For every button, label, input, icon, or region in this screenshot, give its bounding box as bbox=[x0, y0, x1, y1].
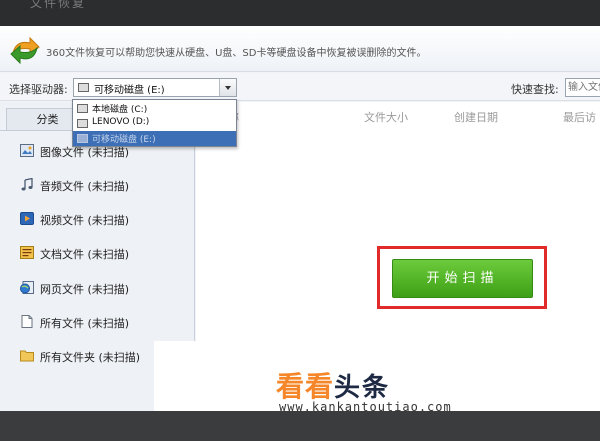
title-bar: 文件恢复 bbox=[0, 0, 600, 26]
drive-option-d[interactable]: LENOVO (D:) bbox=[73, 116, 236, 131]
image-icon bbox=[20, 144, 34, 157]
watermark-brand: 看看头条 bbox=[276, 365, 390, 405]
webpage-icon bbox=[20, 281, 34, 294]
window-title: 文件恢复 bbox=[30, 0, 87, 10]
drive-option-e[interactable]: 可移动磁盘 (E:) bbox=[73, 131, 236, 146]
drive-dropdown-list: 本地磁盘 (C:) LENOVO (D:) 可移动磁盘 (E:) bbox=[72, 99, 237, 147]
video-icon bbox=[20, 212, 34, 225]
drive-icon bbox=[78, 83, 89, 92]
watermark-brand-a: 看看 bbox=[276, 370, 335, 403]
drive-option-label: 可移动磁盘 (E:) bbox=[92, 135, 156, 145]
file-icon bbox=[21, 315, 33, 328]
drive-icon bbox=[77, 134, 88, 143]
drive-icon bbox=[77, 119, 88, 128]
scan-highlight-frame: 开始扫描 bbox=[377, 246, 547, 309]
column-header-created[interactable]: 创建日期 bbox=[454, 109, 498, 125]
folder-icon bbox=[20, 350, 34, 362]
music-icon bbox=[21, 178, 33, 191]
banner-description: 360文件恢复可以帮助您快速从硬盘、U盘、SD卡等硬盘设备中恢复被误删除的文件。 bbox=[46, 48, 427, 59]
sidebar-item-label: 所有文件夹 (未扫描) bbox=[40, 351, 141, 364]
drive-option-c[interactable]: 本地磁盘 (C:) bbox=[73, 101, 236, 116]
sidebar-item-label: 音频文件 (未扫描) bbox=[40, 180, 130, 193]
search-input[interactable] bbox=[565, 78, 600, 97]
drive-icon bbox=[77, 104, 88, 113]
sidebar-item-label: 网页文件 (未扫描) bbox=[40, 283, 130, 296]
sidebar-item-label: 视频文件 (未扫描) bbox=[40, 214, 130, 227]
document-icon bbox=[20, 246, 34, 259]
drive-option-label: LENOVO (D:) bbox=[92, 117, 150, 127]
drive-label: 选择驱动器: bbox=[9, 83, 68, 96]
search-label: 快速查找: bbox=[511, 83, 559, 96]
recovery-logo-icon bbox=[10, 36, 40, 64]
column-header-size[interactable]: 文件大小 bbox=[364, 109, 408, 125]
drive-selected-value: 可移动磁盘 (E:) bbox=[94, 85, 165, 96]
sidebar-item-label: 所有文件 (未扫描) bbox=[40, 317, 130, 330]
column-header-modified[interactable]: 最后访 bbox=[563, 109, 596, 125]
bottom-strip bbox=[0, 411, 600, 441]
start-scan-button[interactable]: 开始扫描 bbox=[392, 259, 533, 298]
drive-select[interactable]: 可移动磁盘 (E:) bbox=[73, 78, 237, 97]
chevron-down-icon[interactable] bbox=[219, 79, 236, 96]
watermark-brand-b: 头条 bbox=[334, 373, 391, 403]
sidebar-item-label: 文档文件 (未扫描) bbox=[40, 248, 130, 261]
toolbar: 选择驱动器: 可移动磁盘 (E:) 快速查找: bbox=[0, 73, 600, 101]
banner: 360文件恢复可以帮助您快速从硬盘、U盘、SD卡等硬盘设备中恢复被误删除的文件。 bbox=[0, 26, 600, 72]
drive-option-label: 本地磁盘 (C:) bbox=[92, 105, 148, 115]
